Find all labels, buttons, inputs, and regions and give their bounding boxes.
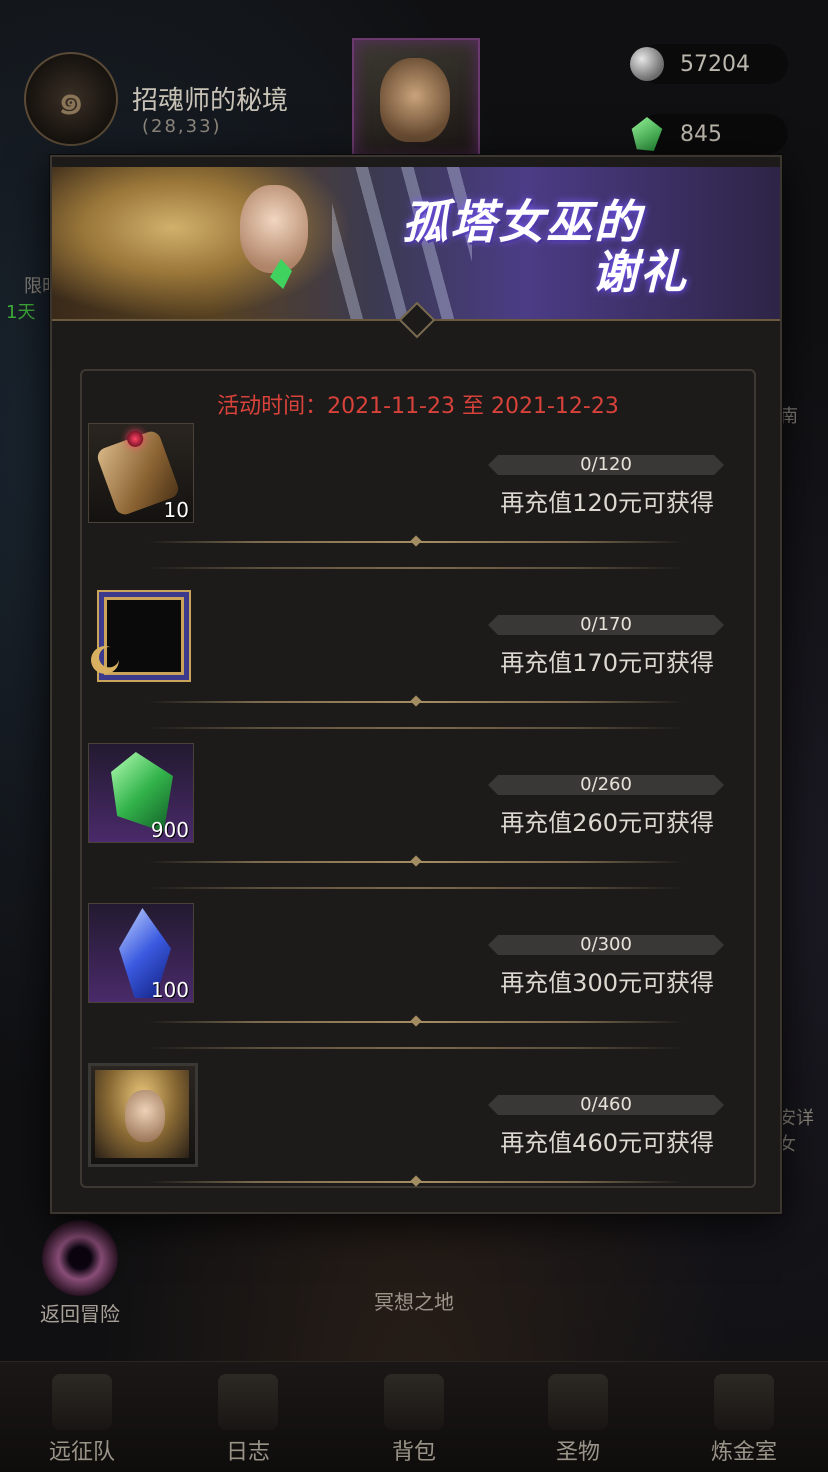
- journal-icon: [218, 1374, 278, 1430]
- requirement-text: 再充值260元可获得: [500, 809, 714, 837]
- side-label-right: 南: [780, 406, 798, 427]
- reward-item-slot[interactable]: [88, 1063, 198, 1167]
- reward-row: 10 0/120 再充值120元可获得: [88, 423, 744, 543]
- progress-bar: 0/300: [488, 935, 724, 955]
- reward-row: 0/170 再充值170元可获得: [88, 567, 744, 703]
- reward-row: 900 0/260 再充值260元可获得: [88, 727, 744, 863]
- nav-expedition[interactable]: 远征队: [22, 1374, 142, 1466]
- horned-helmet-icon: [52, 1374, 112, 1430]
- event-time: 活动时间：2021-11-23 至 2021-12-23: [217, 394, 619, 419]
- reward-item-slot[interactable]: 10: [88, 423, 194, 523]
- portal-icon: [42, 1220, 118, 1296]
- gem-counter[interactable]: 845: [631, 114, 788, 154]
- nav-alchemy[interactable]: 炼金室: [684, 1374, 804, 1466]
- reward-item-slot[interactable]: [88, 583, 194, 683]
- side-label-right-2: 安详女: [778, 1108, 814, 1155]
- reward-item-slot[interactable]: 100: [88, 903, 194, 1003]
- return-adventure-button[interactable]: 返回冒险: [40, 1220, 120, 1327]
- coin-icon: [630, 47, 664, 81]
- reward-item-slot[interactable]: 900: [88, 743, 194, 843]
- requirement-text: 再充值170元可获得: [500, 649, 714, 677]
- hero-portrait-icon: [95, 1070, 189, 1158]
- hero-avatar[interactable]: [352, 38, 480, 160]
- reward-row: 100 0/300 再充值300元可获得: [88, 887, 744, 1023]
- item-quantity: 10: [163, 498, 189, 522]
- witch-portrait: [240, 185, 308, 273]
- item-quantity: 900: [150, 818, 189, 842]
- nav-bag[interactable]: 背包: [354, 1374, 474, 1466]
- reward-row: 0/460 再充值460元可获得: [88, 1047, 744, 1183]
- progress-bar: 0/120: [488, 455, 724, 475]
- nav-relics[interactable]: 圣物: [518, 1374, 638, 1466]
- reward-list: 活动时间：2021-11-23 至 2021-12-23 10 0/120 再充…: [80, 369, 756, 1188]
- bag-icon: [384, 1374, 444, 1430]
- nav-journal[interactable]: 日志: [188, 1374, 308, 1466]
- moon-icon: [91, 646, 119, 674]
- limited-days: 1天: [6, 302, 36, 323]
- vortex-icon: ๑: [24, 52, 118, 146]
- silver-counter[interactable]: 57204: [630, 44, 788, 84]
- event-title: 孤塔女巫的 谢礼: [402, 195, 688, 299]
- progress-bar: 0/460: [488, 1095, 724, 1115]
- progress-bar: 0/170: [488, 615, 724, 635]
- progress-bar: 0/260: [488, 775, 724, 795]
- alchemy-icon: [714, 1374, 774, 1430]
- event-reward-modal: 孤塔女巫的 谢礼 活动时间：2021-11-23 至 2021-12-23 10…: [50, 155, 782, 1214]
- location-title: 招魂师的秘境: [132, 86, 289, 116]
- requirement-text: 再充值120元可获得: [500, 489, 714, 517]
- area-label: 冥想之地: [374, 1290, 454, 1314]
- location-coords: (28,33): [142, 116, 222, 137]
- relic-icon: [548, 1374, 608, 1430]
- requirement-text: 再充值300元可获得: [500, 969, 714, 997]
- event-banner: 孤塔女巫的 谢礼: [52, 167, 780, 321]
- bottom-nav: 远征队 日志 背包 圣物 炼金室: [0, 1361, 828, 1472]
- location-header: ๑ 招魂师的秘境 (28,33): [16, 40, 346, 146]
- requirement-text: 再充值460元可获得: [500, 1129, 714, 1157]
- item-quantity: 100: [150, 978, 189, 1002]
